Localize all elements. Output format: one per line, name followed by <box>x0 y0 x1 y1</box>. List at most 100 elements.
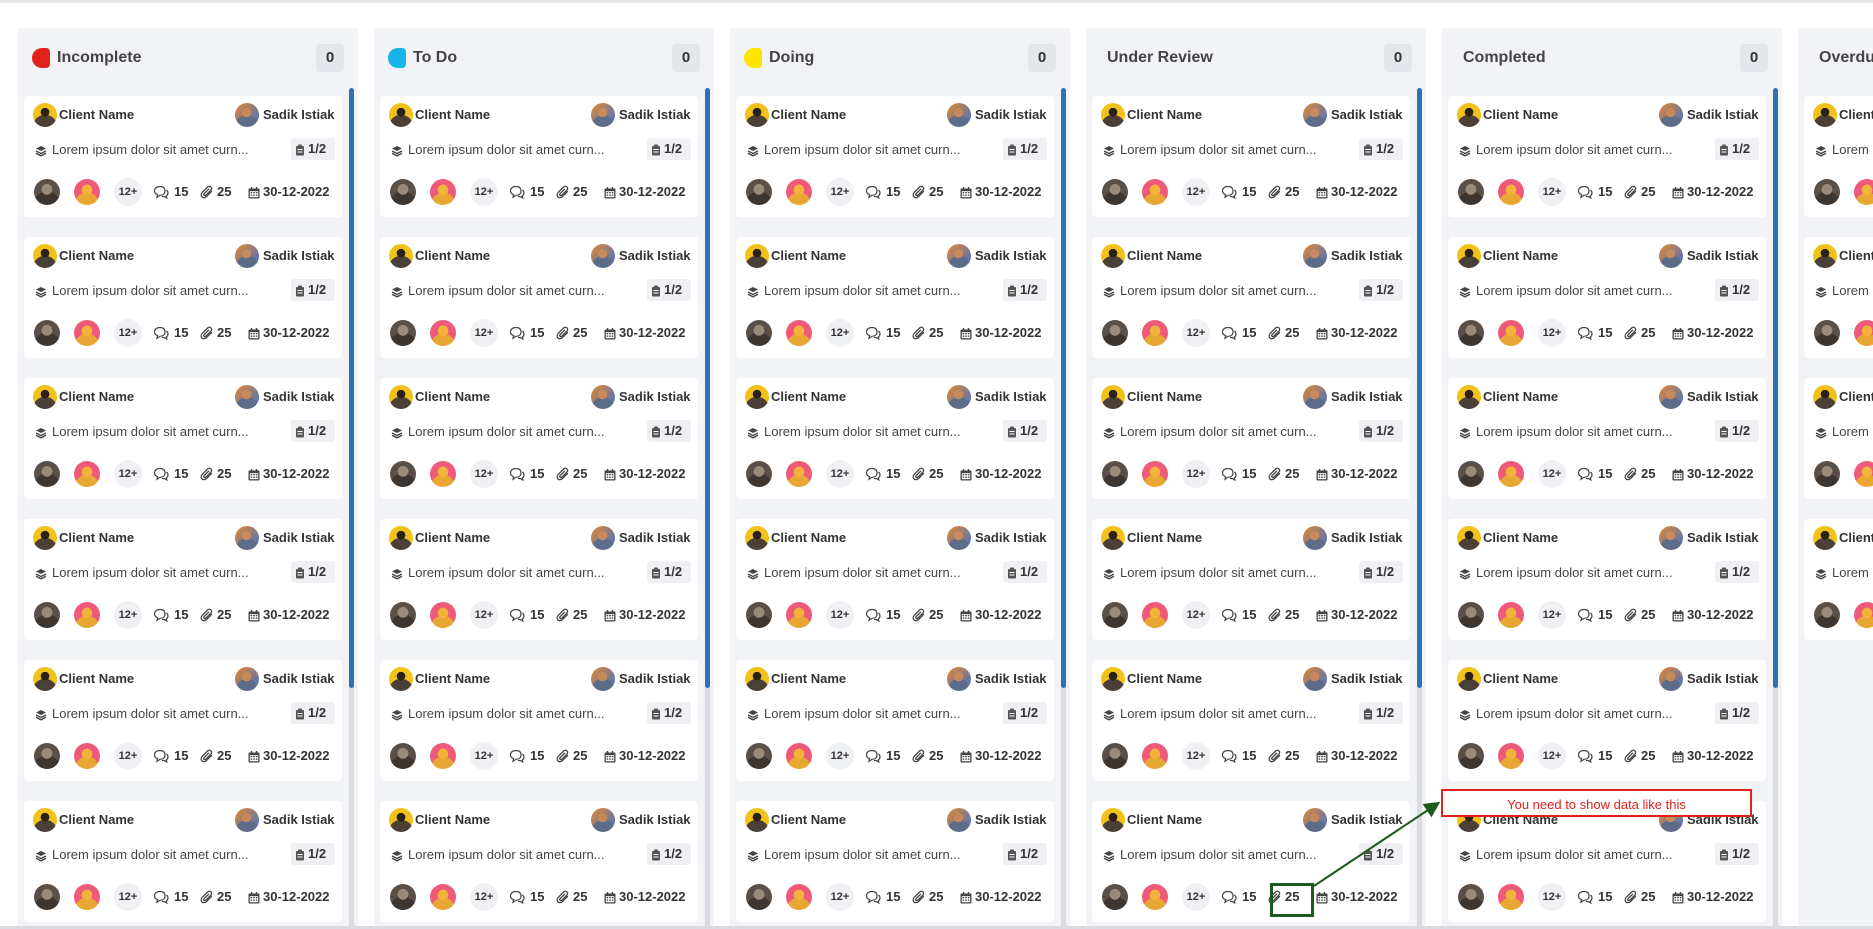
subtask-count: 1/2 <box>1020 423 1039 438</box>
task-card[interactable]: Client NameSadik IstiakLorem ipsum dolor… <box>24 96 342 217</box>
client-avatar <box>33 526 57 550</box>
due-date: 30-12-2022 <box>1687 748 1754 763</box>
task-card[interactable]: Client NameSadik IstiakLorem ipsum dolor… <box>24 801 342 922</box>
paperclip-icon <box>556 890 570 904</box>
task-card[interactable]: Client NameSadik IstiakLorem ipsum dolor… <box>1804 378 1873 499</box>
layers-icon <box>747 708 759 721</box>
task-card[interactable]: Client NameSadik IstiakLorem ipsum dolor… <box>1448 519 1766 640</box>
comments-icon <box>865 749 881 764</box>
task-card[interactable]: Client NameSadik IstiakLorem ipsum dolor… <box>1092 96 1410 217</box>
task-card[interactable]: Client NameSadik IstiakLorem ipsum dolor… <box>736 660 1054 781</box>
member-avatar <box>1142 743 1168 769</box>
layers-icon <box>1103 144 1115 157</box>
column-scrollbar-thumb[interactable] <box>1773 88 1778 688</box>
paperclip-icon <box>200 608 214 622</box>
assignee-name: Sadik Istiak <box>1687 389 1759 404</box>
column-scrollbar-thumb[interactable] <box>1417 88 1422 688</box>
column-scrollbar[interactable] <box>349 88 354 929</box>
task-card[interactable]: Client NameSadik IstiakLorem ipsum dolor… <box>1448 378 1766 499</box>
task-card[interactable]: Client NameSadik IstiakLorem ipsum dolor… <box>736 378 1054 499</box>
comments-icon <box>1577 749 1593 764</box>
task-card[interactable]: Client NameSadik IstiakLorem ipsum dolor… <box>1092 378 1410 499</box>
calendar-icon <box>248 327 262 341</box>
more-members-badge: 12+ <box>826 742 854 770</box>
column-scrollbar-thumb[interactable] <box>349 88 354 688</box>
column-scrollbar[interactable] <box>1417 88 1422 929</box>
column-scrollbar[interactable] <box>705 88 710 929</box>
column-title: Completed <box>1463 49 1546 66</box>
client-avatar <box>33 385 57 409</box>
task-card[interactable]: Client NameSadik IstiakLorem ipsum dolor… <box>1804 519 1873 640</box>
paperclip-icon <box>556 467 570 481</box>
more-members-badge: 12+ <box>470 460 498 488</box>
task-card[interactable]: Client NameSadik IstiakLorem ipsum dolor… <box>736 519 1054 640</box>
more-members-badge: 12+ <box>826 319 854 347</box>
comment-count: 15 <box>886 607 901 622</box>
comments-icon <box>865 467 881 482</box>
member-avatar <box>746 884 772 910</box>
task-card[interactable]: Client NameSadik IstiakLorem ipsum dolor… <box>1448 96 1766 217</box>
member-avatar <box>430 602 456 628</box>
subtask-count: 1/2 <box>1732 564 1751 579</box>
member-avatar <box>746 320 772 346</box>
task-card[interactable]: Client NameSadik IstiakLorem ipsum dolor… <box>380 378 698 499</box>
due-date: 30-12-2022 <box>619 748 686 763</box>
task-card[interactable]: Client NameSadik IstiakLorem ipsum dolor… <box>736 801 1054 922</box>
subtask-badge: 1/2 <box>291 561 335 583</box>
member-avatar <box>74 602 100 628</box>
task-card[interactable]: Client NameSadik IstiakLorem ipsum dolor… <box>1448 237 1766 358</box>
comments-icon <box>1577 890 1593 905</box>
attachment-count: 25 <box>217 184 232 199</box>
task-card[interactable]: Client NameSadik IstiakLorem ipsum dolor… <box>1804 96 1873 217</box>
member-avatar <box>1142 461 1168 487</box>
client-avatar <box>389 526 413 550</box>
task-card[interactable]: Client NameSadik IstiakLorem ipsum dolor… <box>24 378 342 499</box>
column-scrollbar-thumb[interactable] <box>1061 88 1066 688</box>
task-card[interactable]: Client NameSadik IstiakLorem ipsum dolor… <box>380 660 698 781</box>
due-date: 30-12-2022 <box>975 325 1042 340</box>
layers-icon <box>1459 144 1471 157</box>
attachment-count: 25 <box>1641 325 1656 340</box>
task-card[interactable]: Client NameSadik IstiakLorem ipsum dolor… <box>736 96 1054 217</box>
comments-icon <box>865 890 881 905</box>
comment-count: 15 <box>1598 325 1613 340</box>
column-scrollbar-thumb[interactable] <box>705 88 710 688</box>
task-card[interactable]: Client NameSadik IstiakLorem ipsum dolor… <box>1092 660 1410 781</box>
task-card[interactable]: Client NameSadik IstiakLorem ipsum dolor… <box>1092 237 1410 358</box>
task-card[interactable]: Client NameSadik IstiakLorem ipsum dolor… <box>24 660 342 781</box>
comment-count: 15 <box>530 607 545 622</box>
client-avatar <box>1813 385 1837 409</box>
client-avatar <box>1457 667 1481 691</box>
due-date: 30-12-2022 <box>619 325 686 340</box>
kanban-column: Overdue0 Client NameSadik IstiakLorem ips… <box>1798 28 1873 929</box>
client-name: Client Name <box>59 248 135 263</box>
subtask-badge: 1/2 <box>1715 843 1759 865</box>
task-card[interactable]: Client NameSadik IstiakLorem ipsum dolor… <box>24 519 342 640</box>
task-card[interactable]: Client NameSadik IstiakLorem ipsum dolor… <box>24 237 342 358</box>
client-name: Client Name <box>59 671 135 686</box>
client-avatar <box>389 103 413 127</box>
task-card[interactable]: Client NameSadik IstiakLorem ipsum dolor… <box>1448 660 1766 781</box>
calendar-icon <box>1672 750 1686 764</box>
column-scrollbar[interactable] <box>1061 88 1066 929</box>
task-card[interactable]: Client NameSadik IstiakLorem ipsum dolor… <box>380 801 698 922</box>
member-avatar <box>1498 461 1524 487</box>
task-description: Lorem ipsum dolor sit amet curn... <box>1120 142 1317 157</box>
layers-icon <box>747 285 759 298</box>
comments-icon <box>1221 326 1237 341</box>
task-card[interactable]: Client NameSadik IstiakLorem ipsum dolor… <box>1448 801 1766 922</box>
column-scrollbar[interactable] <box>1773 88 1778 929</box>
task-card[interactable]: Client NameSadik IstiakLorem ipsum dolor… <box>380 96 698 217</box>
member-avatar <box>786 320 812 346</box>
task-card[interactable]: Client NameSadik IstiakLorem ipsum dolor… <box>1092 801 1410 922</box>
task-card[interactable]: Client NameSadik IstiakLorem ipsum dolor… <box>1804 237 1873 358</box>
calendar-icon <box>960 609 974 623</box>
more-members-badge: 12+ <box>1538 601 1566 629</box>
client-name: Client Name <box>1127 248 1203 263</box>
more-members-badge: 12+ <box>114 460 142 488</box>
comments-icon <box>1577 467 1593 482</box>
task-card[interactable]: Client NameSadik IstiakLorem ipsum dolor… <box>380 237 698 358</box>
task-card[interactable]: Client NameSadik IstiakLorem ipsum dolor… <box>1092 519 1410 640</box>
task-card[interactable]: Client NameSadik IstiakLorem ipsum dolor… <box>380 519 698 640</box>
task-card[interactable]: Client NameSadik IstiakLorem ipsum dolor… <box>736 237 1054 358</box>
